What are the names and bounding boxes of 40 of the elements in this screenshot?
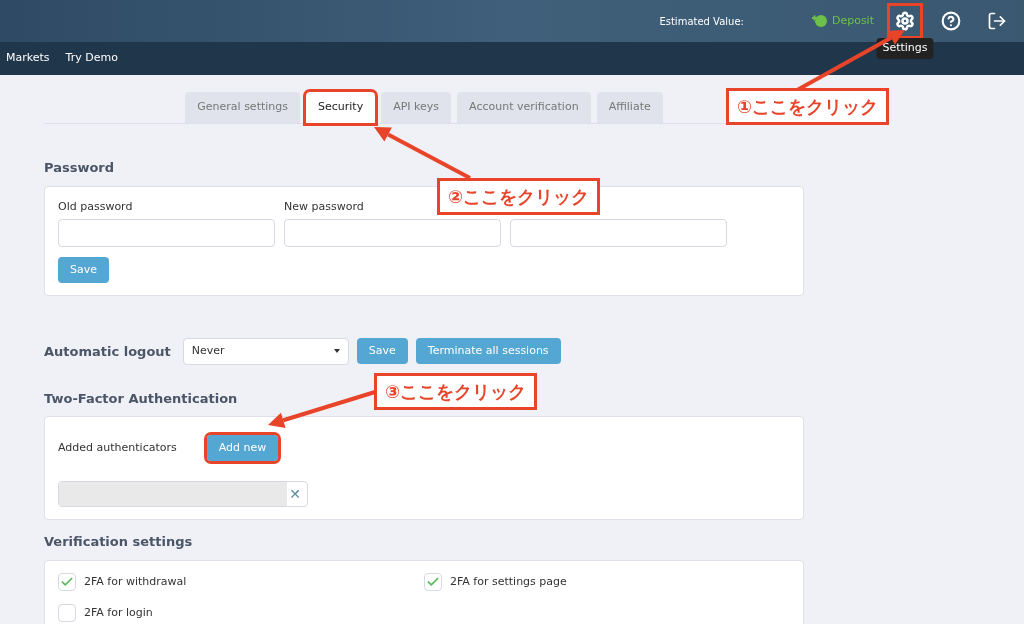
password-field[interactable] xyxy=(284,218,501,247)
section-title: Password xyxy=(44,159,115,177)
estimated-value-label: Estimated Value: xyxy=(659,14,744,29)
plus-circle-icon xyxy=(809,14,828,28)
checkbox-label: 2FA for withdrawal xyxy=(84,573,187,590)
automatic-logout-label: Automatic logout xyxy=(44,342,171,361)
field-label: Old password xyxy=(58,198,134,213)
section-title: Two-Factor Authentication xyxy=(44,389,238,408)
deposit-button[interactable]: Deposit xyxy=(809,12,874,30)
password-field[interactable] xyxy=(58,218,275,247)
tab[interactable]: Affiliate xyxy=(596,92,663,123)
callout-label: ②ここをクリック xyxy=(437,178,601,215)
remove-button[interactable]: ✕ xyxy=(289,483,301,505)
callout-label: ③ここをクリック xyxy=(374,373,538,410)
tooltip: Settings xyxy=(876,38,934,59)
checkbox-label: 2FA for settings page xyxy=(450,573,567,590)
added-authenticators-label: Added authenticators xyxy=(58,440,177,456)
help-icon xyxy=(941,11,961,31)
button[interactable]: Terminate all sessions xyxy=(415,338,561,365)
tab[interactable]: General settings xyxy=(185,92,300,123)
tab[interactable]: API keys xyxy=(381,92,452,123)
settings-icon xyxy=(895,11,915,31)
password-field[interactable] xyxy=(510,218,727,247)
logout-select[interactable]: Never xyxy=(182,337,349,365)
checkbox[interactable] xyxy=(58,572,76,591)
checkbox[interactable] xyxy=(58,603,76,622)
logout-icon xyxy=(987,11,1007,31)
tab[interactable]: Security xyxy=(306,92,376,123)
button[interactable]: Save xyxy=(58,256,109,283)
button[interactable]: Add new xyxy=(206,435,279,462)
nav-link[interactable]: Try Demo xyxy=(65,50,118,67)
header-icon-button[interactable] xyxy=(890,6,920,36)
checkbox[interactable] xyxy=(424,572,442,591)
tab[interactable]: Account verification xyxy=(457,92,591,123)
callout-label: ①ここをクリック xyxy=(726,88,890,125)
nav-link[interactable]: Markets xyxy=(6,50,50,67)
caret-icon xyxy=(333,349,340,354)
section-title: Verification settings xyxy=(44,533,193,552)
checkbox-label: 2FA for login xyxy=(84,604,153,621)
button[interactable]: Save xyxy=(356,338,408,365)
